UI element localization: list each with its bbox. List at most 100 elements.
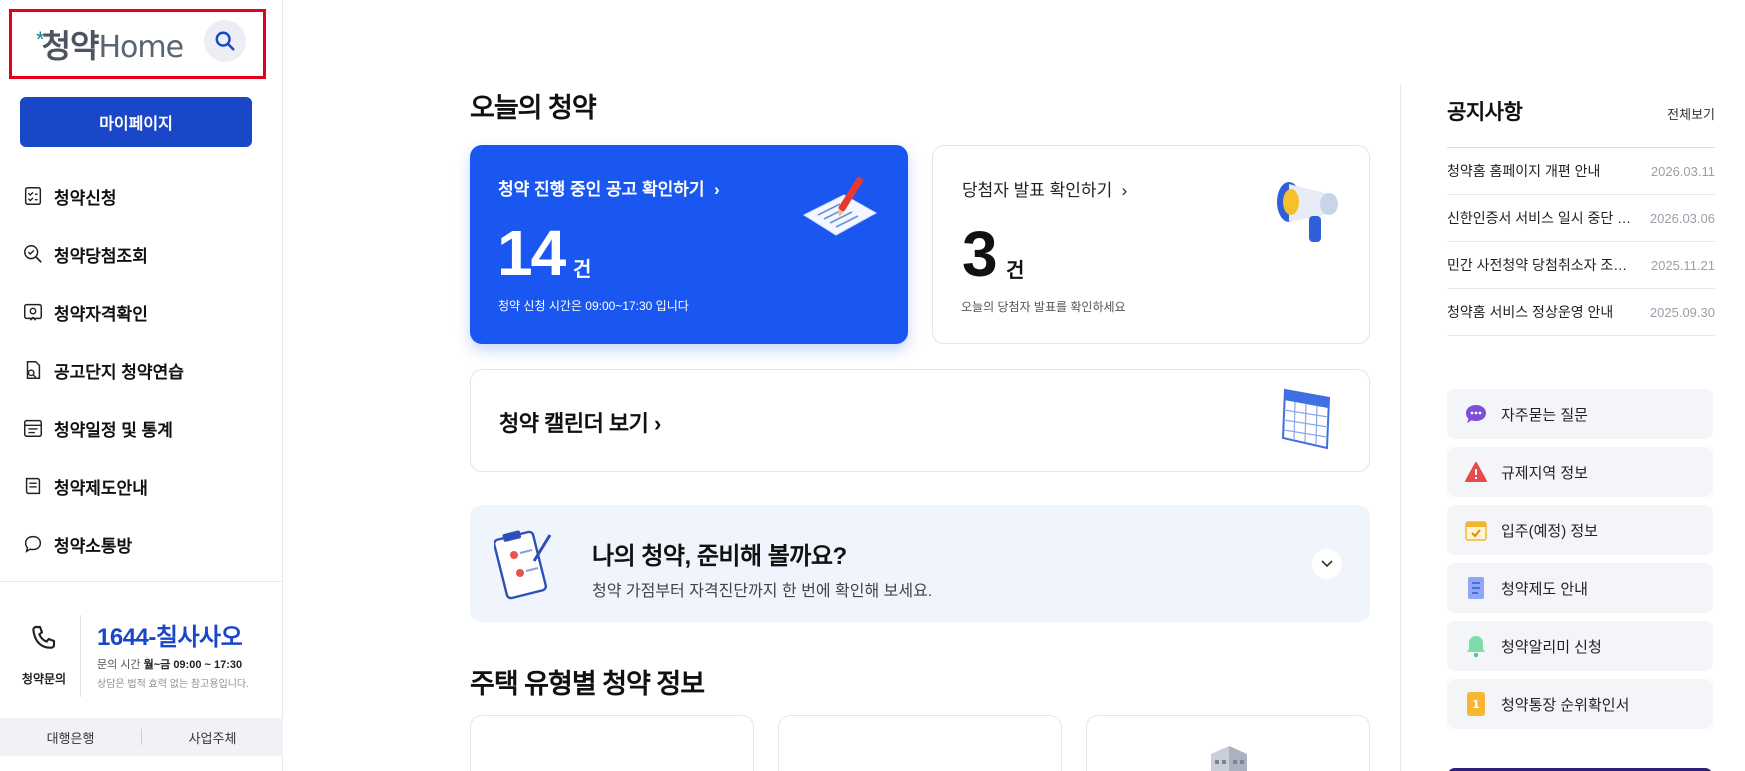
- logo-highlight-box: * 청약 Home: [9, 9, 266, 79]
- notice-item-title: 청약홈 서비스 정상운영 안내: [1447, 304, 1614, 320]
- bell-icon: [1463, 633, 1489, 659]
- notice-item-title: 민간 사전청약 당첨취소자 조치 안내: [1447, 257, 1632, 273]
- quick-link-label: 청약통장 순위확인서: [1501, 696, 1630, 714]
- contact-info: 청약문의 1644-칠사사오 문의 시간 월~금 09:00 ~ 17:30 상…: [0, 611, 283, 706]
- document-icon: [25, 477, 41, 495]
- calendar-check-icon: [1463, 517, 1489, 543]
- card-title-text: 청약 진행 중인 공고 확인하기: [498, 180, 705, 199]
- sidebar-item-system-guide[interactable]: 청약제도안내: [22, 457, 262, 515]
- footer-link-agent-bank[interactable]: 대행은행: [0, 728, 141, 747]
- quick-link-system-guide[interactable]: 청약제도 안내: [1447, 563, 1713, 613]
- quick-link-label: 청약알리미 신청: [1501, 638, 1602, 656]
- sidebar-footer: 대행은행 사업주체: [0, 718, 283, 756]
- doc-list-icon: [1463, 575, 1489, 601]
- quick-link-label: 청약제도 안내: [1501, 580, 1588, 598]
- housing-type-card[interactable]: [778, 715, 1062, 771]
- notice-item[interactable]: 신한인증서 서비스 일시 중단 안내 2026.03.06: [1447, 195, 1715, 242]
- sidebar-item-label: 청약자격확인: [54, 304, 148, 324]
- notice-item-title: 신한인증서 서비스 일시 중단 안내: [1447, 210, 1632, 226]
- prep-title: 나의 청약, 준비해 볼까요?: [592, 543, 847, 570]
- sidebar-item-win-check[interactable]: 청약당첨조회: [22, 225, 262, 283]
- quick-link-label: 자주묻는 질문: [1501, 406, 1588, 424]
- logo-star: *: [36, 27, 45, 52]
- prep-desc: 청약 가점부터 자격진단까지 한 번에 확인해 보세요.: [592, 583, 933, 600]
- card-desc: 오늘의 당첨자 발표를 확인하세요: [961, 300, 1126, 314]
- sidebar-item-label: 청약제도안내: [54, 478, 148, 498]
- search-button[interactable]: [204, 20, 246, 62]
- sidebar-item-label: 청약당첨조회: [54, 246, 148, 266]
- quick-link-move-in[interactable]: 입주(예정) 정보: [1447, 505, 1713, 555]
- site-logo[interactable]: * 청약 Home: [36, 21, 184, 67]
- calendar-illustration-icon: [1281, 388, 1331, 450]
- housing-type-card[interactable]: [470, 715, 754, 771]
- sidebar-item-eligibility[interactable]: 청약자격확인: [22, 283, 262, 341]
- sidebar-item-schedule[interactable]: 청약일정 및 통계: [22, 399, 262, 457]
- sidebar: * 청약 Home 마이페이지 청약신청 청약당첨조회 청약자격확인 공고단지 …: [0, 0, 283, 771]
- contact-phone-block[interactable]: 청약문의: [16, 623, 72, 687]
- main-content: 오늘의 청약 청약 진행 중인 공고 확인하기 › 14 건 청약 신청 시간은…: [470, 0, 1370, 771]
- housing-type-card[interactable]: [1086, 715, 1370, 771]
- notice-title: 공지사항: [1447, 101, 1523, 124]
- winner-count: 3: [962, 218, 998, 290]
- quick-link-faq[interactable]: 자주묻는 질문: [1447, 389, 1713, 439]
- building-icon: [1211, 746, 1247, 771]
- sidebar-item-community[interactable]: 청약소통방: [22, 515, 262, 573]
- sidebar-item-label: 청약일정 및 통계: [54, 420, 173, 440]
- section-title-housing: 주택 유형별 청약 정보: [470, 669, 705, 699]
- megaphone-icon: [1277, 182, 1338, 242]
- calendar-card[interactable]: 청약 캘린더 보기 ›: [470, 369, 1370, 472]
- id-card-icon: [24, 303, 42, 321]
- quick-link-passbook-rank[interactable]: 1 청약통장 순위확인서: [1447, 679, 1713, 729]
- warning-icon: [1463, 459, 1489, 485]
- quick-link-notify[interactable]: 청약알리미 신청: [1447, 621, 1713, 671]
- chat-bubble-icon: [24, 535, 42, 553]
- chevron-right-icon: ›: [709, 180, 720, 199]
- card-title: 청약 진행 중인 공고 확인하기 ›: [498, 175, 720, 200]
- notice-item[interactable]: 민간 사전청약 당첨취소자 조치 안내 2025.11.21: [1447, 242, 1715, 289]
- chevron-down-icon: [1321, 560, 1333, 568]
- svg-text:1: 1: [1472, 698, 1480, 711]
- practice-icon: [26, 361, 41, 379]
- hours-value: 월~금 09:00 ~ 17:30: [143, 659, 243, 671]
- phone-icon: [32, 625, 56, 649]
- ongoing-count: 14: [497, 217, 566, 289]
- card-title-text: 당첨자 발표 확인하기: [962, 181, 1113, 200]
- notice-header: 공지사항 전체보기: [1447, 96, 1715, 148]
- search-check-icon: [24, 245, 42, 263]
- sidebar-item-apply[interactable]: 청약신청: [22, 167, 262, 225]
- footer-link-business[interactable]: 사업주체: [142, 728, 283, 747]
- contact-hours: 문의 시간 월~금 09:00 ~ 17:30: [97, 656, 242, 672]
- winner-announcement-card[interactable]: 당첨자 발표 확인하기 › 3 건 오늘의 당첨자 발표를 확인하세요: [932, 145, 1370, 344]
- application-form-icon: [802, 176, 878, 236]
- sidebar-item-practice[interactable]: 공고단지 청약연습: [22, 341, 262, 399]
- passbook-icon: 1: [1463, 691, 1489, 717]
- search-icon: [215, 31, 235, 51]
- notice-item[interactable]: 청약홈 서비스 정상운영 안내 2025.09.30: [1447, 289, 1715, 336]
- quick-link-label: 입주(예정) 정보: [1501, 522, 1598, 540]
- faq-bubble-icon: [1463, 401, 1489, 427]
- contact-number[interactable]: 1644-칠사사오: [97, 617, 243, 652]
- section-title-today: 오늘의 청약: [470, 93, 597, 123]
- calendar-title-text: 청약 캘린더 보기: [499, 411, 649, 436]
- notice-item-title: 청약홈 홈페이지 개편 안내: [1447, 163, 1601, 179]
- quick-link-label: 규제지역 정보: [1501, 464, 1588, 482]
- notice-item-date: 2026.03.11: [1650, 163, 1715, 179]
- view-all-link[interactable]: 전체보기: [1667, 104, 1715, 123]
- quick-link-regulated-area[interactable]: 규제지역 정보: [1447, 447, 1713, 497]
- count-unit: 건: [573, 259, 592, 281]
- notice-item[interactable]: 청약홈 홈페이지 개편 안내 2026.03.11: [1447, 148, 1715, 195]
- expand-button[interactable]: [1312, 549, 1342, 579]
- prep-guide-card: 나의 청약, 준비해 볼까요? 청약 가점부터 자격진단까지 한 번에 확인해 …: [470, 505, 1370, 622]
- quick-links: 자주묻는 질문 규제지역 정보 입주(예정) 정보 청약제도 안내 청약알리미 …: [1447, 389, 1713, 737]
- sidebar-item-label: 청약신청: [54, 188, 117, 208]
- ongoing-notice-card[interactable]: 청약 진행 중인 공고 확인하기 › 14 건 청약 신청 시간은 09:00~…: [470, 145, 908, 344]
- chevron-right-icon: ›: [654, 411, 661, 436]
- notice-item-date: 2025.09.30: [1649, 304, 1715, 320]
- mypage-button[interactable]: 마이페이지: [20, 97, 252, 147]
- sidebar-divider: [0, 581, 283, 582]
- card-desc: 청약 신청 시간은 09:00~17:30 입니다: [498, 299, 689, 313]
- notice-item-date: 2026.03.06: [1649, 210, 1715, 226]
- checklist-icon: [24, 187, 42, 205]
- card-title: 당첨자 발표 확인하기 ›: [962, 176, 1127, 201]
- hours-prefix: 문의 시간: [97, 659, 144, 671]
